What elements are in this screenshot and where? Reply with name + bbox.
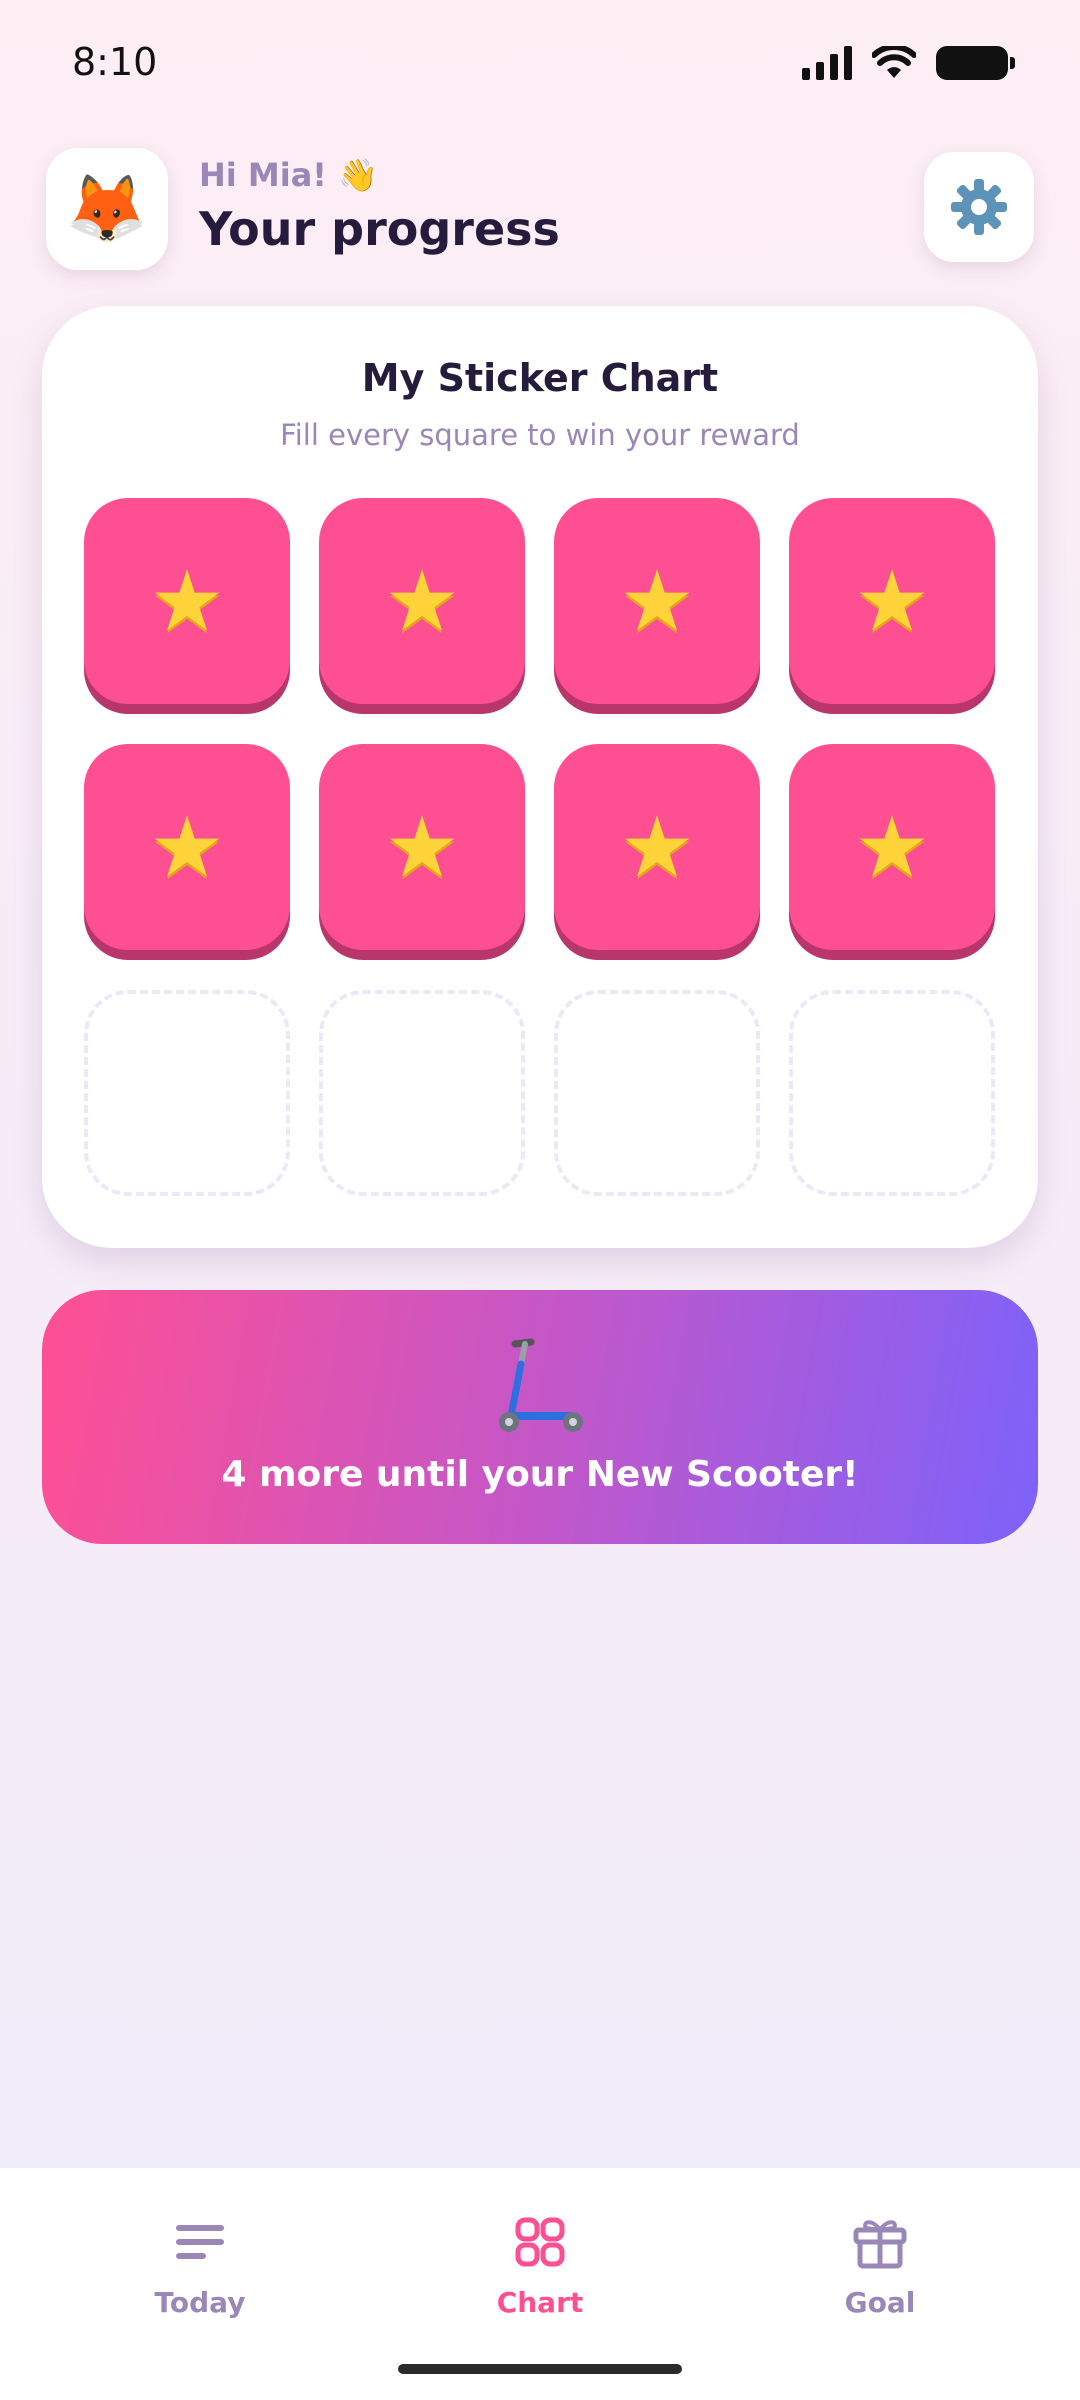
reward-message: 4 more until your New Scooter!	[221, 1454, 859, 1495]
sticker-chart-card: My Sticker Chart Fill every square to wi…	[42, 306, 1038, 1248]
settings-button[interactable]	[924, 152, 1034, 262]
gear-icon	[951, 179, 1007, 235]
sticker-square-empty[interactable]	[84, 990, 290, 1196]
avatar[interactable]: 🦊	[46, 148, 168, 270]
sticker-square-filled[interactable]: ★	[84, 498, 290, 704]
star-icon: ★	[149, 798, 225, 896]
sticker-square-filled[interactable]: ★	[554, 744, 760, 950]
tab-today-label: Today	[154, 2286, 246, 2319]
scooter-icon	[42, 1330, 1038, 1440]
status-bar: 8:10	[0, 0, 1080, 130]
list-icon	[174, 2212, 226, 2272]
sticker-square-empty[interactable]	[789, 990, 995, 1196]
tab-chart[interactable]: Chart	[440, 2212, 640, 2332]
grid-icon	[514, 2212, 566, 2272]
signal-icon	[802, 46, 852, 80]
sticker-square-empty[interactable]	[554, 990, 760, 1196]
card-subtitle: Fill every square to win your reward	[280, 418, 800, 452]
gift-icon	[852, 2212, 908, 2272]
wifi-icon	[872, 46, 916, 78]
star-icon: ★	[384, 798, 460, 896]
card-title: My Sticker Chart	[361, 356, 719, 400]
status-icons	[802, 46, 1015, 80]
sticker-square-filled[interactable]: ★	[554, 498, 760, 704]
tab-today[interactable]: Today	[100, 2212, 300, 2332]
sticker-square-filled[interactable]: ★	[789, 744, 995, 950]
sticker-square-empty[interactable]	[319, 990, 525, 1196]
greeting: Hi Mia! 👋	[199, 156, 378, 194]
star-icon: ★	[149, 552, 225, 650]
reward-banner[interactable]: 4 more until your New Scooter!	[42, 1290, 1038, 1544]
battery-icon	[936, 46, 1015, 80]
sticker-square-filled[interactable]: ★	[319, 744, 525, 950]
star-icon: ★	[854, 798, 930, 896]
tab-chart-label: Chart	[496, 2286, 584, 2319]
sticker-square-filled[interactable]: ★	[319, 498, 525, 704]
star-icon: ★	[854, 552, 930, 650]
star-icon: ★	[619, 552, 695, 650]
home-indicator	[398, 2364, 682, 2374]
star-icon: ★	[384, 552, 460, 650]
sticker-square-filled[interactable]: ★	[789, 498, 995, 704]
tab-goal-label: Goal	[844, 2286, 916, 2319]
tab-goal[interactable]: Goal	[780, 2212, 980, 2332]
header: 🦊 Hi Mia! 👋 Your progress	[46, 146, 1034, 270]
sticker-square-filled[interactable]: ★	[84, 744, 290, 950]
status-time: 8:10	[72, 40, 158, 84]
star-icon: ★	[619, 798, 695, 896]
page-title: Your progress	[199, 202, 560, 256]
